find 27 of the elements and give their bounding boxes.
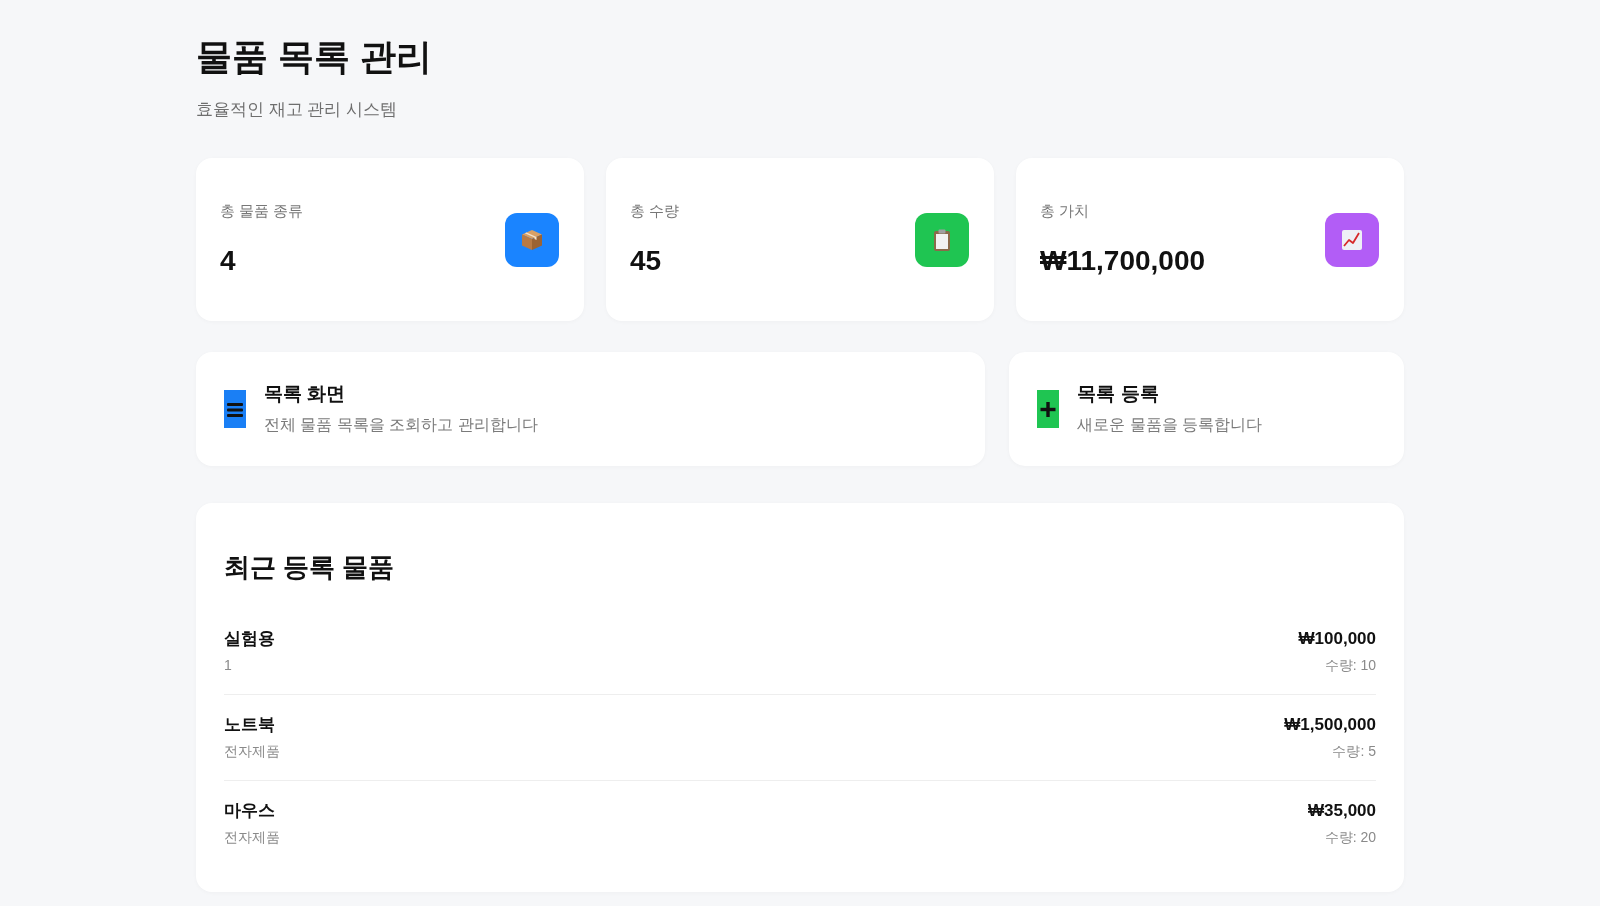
stat-label: 총 수량 bbox=[630, 201, 680, 221]
item-name: 실험용 bbox=[224, 628, 275, 650]
stat-value: ₩11,700,000 bbox=[1040, 244, 1206, 278]
page-subtitle: 효율적인 재고 관리 시스템 bbox=[196, 99, 398, 121]
item-quantity: 수량: 10 bbox=[1324, 656, 1376, 675]
item-price: ₩35,000 bbox=[1307, 800, 1376, 822]
item-price: ₩100,000 bbox=[1298, 628, 1376, 650]
stat-value: 4 bbox=[220, 244, 236, 278]
nav-card[interactable]: 목록 등록 새로운 물품을 등록합니다 bbox=[1009, 352, 1404, 466]
item-category: 전자제품 bbox=[224, 828, 280, 847]
stat-label: 총 가치 bbox=[1040, 201, 1090, 221]
nav-card[interactable]: 목록 화면 전체 물품 목록을 조회하고 관리합니다 bbox=[196, 352, 986, 466]
item-name: 마우스 bbox=[224, 800, 275, 822]
item-price: ₩1,500,000 bbox=[1284, 714, 1376, 736]
stat-label: 총 물품 종류 bbox=[220, 201, 304, 221]
nav-card-title: 목록 등록 bbox=[1077, 382, 1159, 406]
nav-card-title: 목록 화면 bbox=[264, 382, 346, 406]
nav-card-description: 전체 물품 목록을 조회하고 관리합니다 bbox=[264, 415, 538, 435]
section-title: 최근 등록 물품 bbox=[224, 551, 395, 583]
nav-card-description: 새로운 물품을 등록합니다 bbox=[1077, 415, 1263, 435]
item-quantity: 수량: 5 bbox=[1332, 742, 1376, 761]
item-quantity: 수량: 20 bbox=[1324, 828, 1376, 847]
item-name: 노트북 bbox=[224, 714, 275, 736]
item-category: 1 bbox=[224, 656, 232, 675]
stat-value: 45 bbox=[630, 244, 662, 278]
page-title: 물품 목록 관리 bbox=[196, 35, 432, 78]
item-category: 전자제품 bbox=[224, 742, 280, 761]
